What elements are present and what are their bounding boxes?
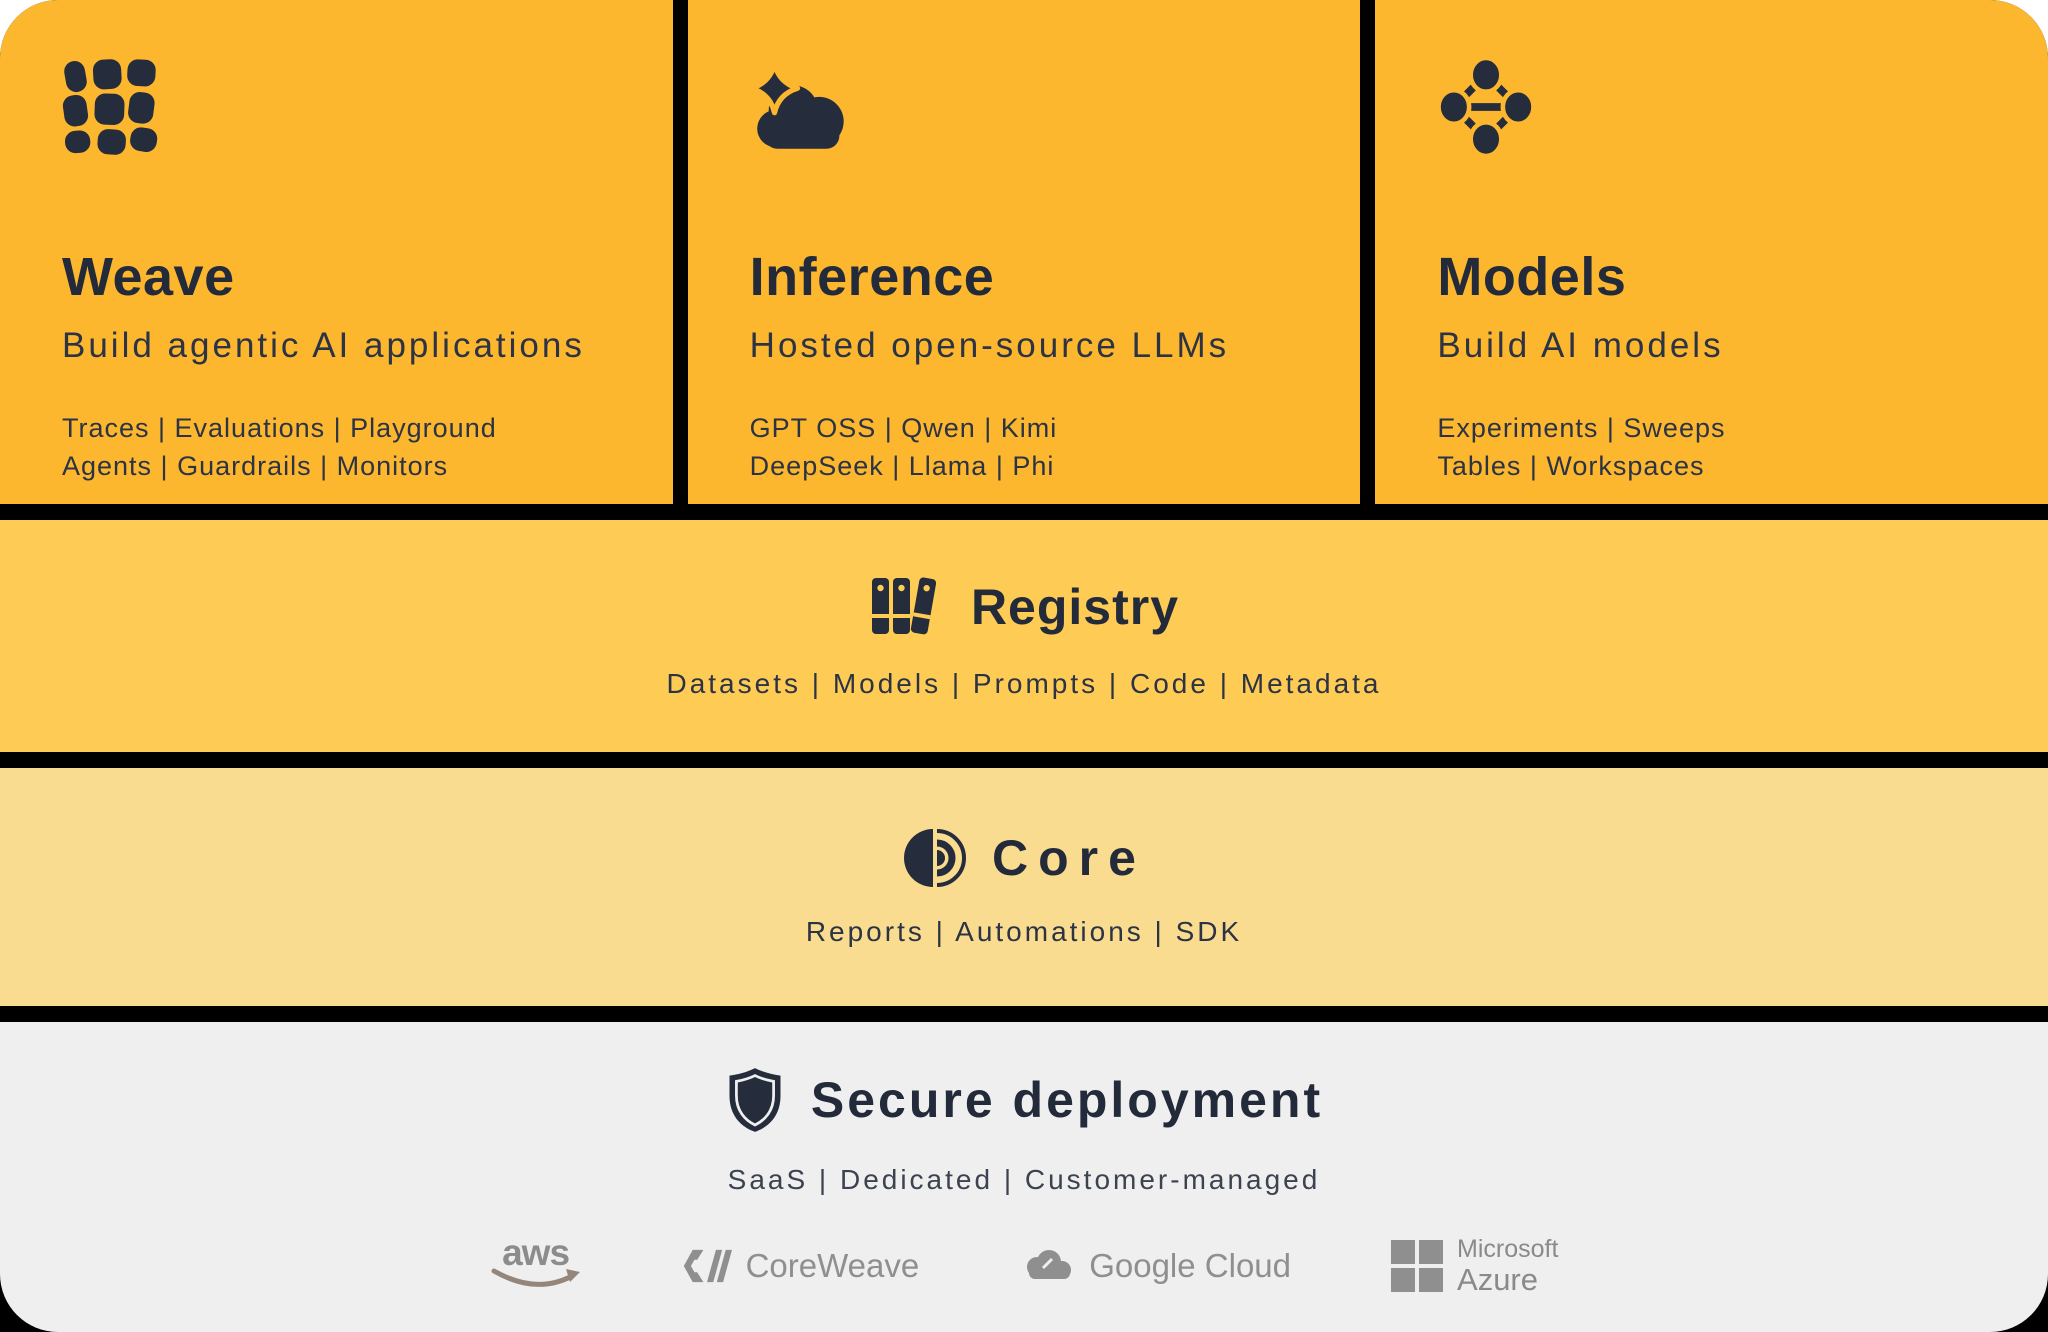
registry-header: Registry bbox=[869, 572, 1179, 642]
coreweave-icon bbox=[682, 1247, 732, 1285]
microsoft-line: Microsoft bbox=[1457, 1236, 1558, 1263]
aws-smile-icon bbox=[490, 1268, 582, 1294]
coreweave-logo: CoreWeave bbox=[682, 1247, 920, 1285]
microsoft-squares-icon bbox=[1391, 1240, 1443, 1292]
core-features: Reports | Automations | SDK bbox=[806, 916, 1242, 948]
core-radar-icon bbox=[902, 826, 966, 890]
google-cloud-logo: Google Cloud bbox=[1019, 1246, 1291, 1286]
wandb-platform-diagram: Weave Build agentic AI applications Trac… bbox=[0, 0, 2048, 1332]
card-subtitle: Build agentic AI applications bbox=[62, 326, 617, 366]
card-subtitle: Build AI models bbox=[1437, 326, 1992, 366]
feature-line: Tables | Workspaces bbox=[1437, 448, 1992, 486]
card-title: Inference bbox=[750, 246, 1305, 308]
feature-line: Agents | Guardrails | Monitors bbox=[62, 448, 617, 486]
band-secure: Secure deployment SaaS | Dedicated | Cus… bbox=[0, 1022, 2048, 1332]
coreweave-wordmark: CoreWeave bbox=[746, 1247, 920, 1285]
band-title: Secure deployment bbox=[811, 1071, 1323, 1129]
card-features: GPT OSS | Qwen | Kimi DeepSeek | Llama |… bbox=[750, 410, 1305, 486]
cloud-logos-row: aws CoreWeave bbox=[490, 1236, 1559, 1296]
card-features: Traces | Evaluations | Playground Agents… bbox=[62, 410, 617, 486]
feature-line: DeepSeek | Llama | Phi bbox=[750, 448, 1305, 486]
secure-features: SaaS | Dedicated | Customer-managed bbox=[728, 1164, 1321, 1196]
feature-line: Traces | Evaluations | Playground bbox=[62, 410, 617, 448]
band-title: Core bbox=[992, 829, 1146, 887]
card-title: Models bbox=[1437, 246, 1992, 308]
microsoft-azure-logo: Microsoft Azure bbox=[1391, 1236, 1558, 1296]
weave-grid-icon bbox=[62, 58, 160, 156]
microsoft-azure-wordmark: Microsoft Azure bbox=[1457, 1236, 1558, 1296]
sparkle-cloud-icon bbox=[750, 58, 848, 156]
diagram-frame: Weave Build agentic AI applications Trac… bbox=[0, 0, 2048, 1332]
card-features: Experiments | Sweeps Tables | Workspaces bbox=[1437, 410, 1992, 486]
card-inference: Inference Hosted open-source LLMs GPT OS… bbox=[688, 0, 1361, 504]
card-weave: Weave Build agentic AI applications Trac… bbox=[0, 0, 673, 504]
google-cloud-icon bbox=[1019, 1246, 1075, 1286]
card-models: Models Build AI models Experiments | Swe… bbox=[1375, 0, 2048, 504]
card-subtitle: Hosted open-source LLMs bbox=[750, 326, 1305, 366]
binders-icon bbox=[869, 572, 945, 642]
band-title: Registry bbox=[971, 578, 1179, 636]
aws-wordmark: aws bbox=[502, 1238, 569, 1268]
aws-logo: aws bbox=[490, 1238, 582, 1294]
azure-line: Azure bbox=[1457, 1263, 1558, 1296]
product-cards-row: Weave Build agentic AI applications Trac… bbox=[0, 0, 2048, 504]
band-registry: Registry Datasets | Models | Prompts | C… bbox=[0, 520, 2048, 752]
feature-line: GPT OSS | Qwen | Kimi bbox=[750, 410, 1305, 448]
feature-line: Experiments | Sweeps bbox=[1437, 410, 1992, 448]
secure-header: Secure deployment bbox=[725, 1066, 1323, 1134]
registry-features: Datasets | Models | Prompts | Code | Met… bbox=[666, 668, 1381, 700]
band-core: Core Reports | Automations | SDK bbox=[0, 768, 2048, 1006]
core-header: Core bbox=[902, 826, 1146, 890]
network-graph-icon bbox=[1437, 58, 1535, 156]
google-cloud-wordmark: Google Cloud bbox=[1089, 1247, 1291, 1285]
card-title: Weave bbox=[62, 246, 617, 308]
shield-icon bbox=[725, 1066, 785, 1134]
